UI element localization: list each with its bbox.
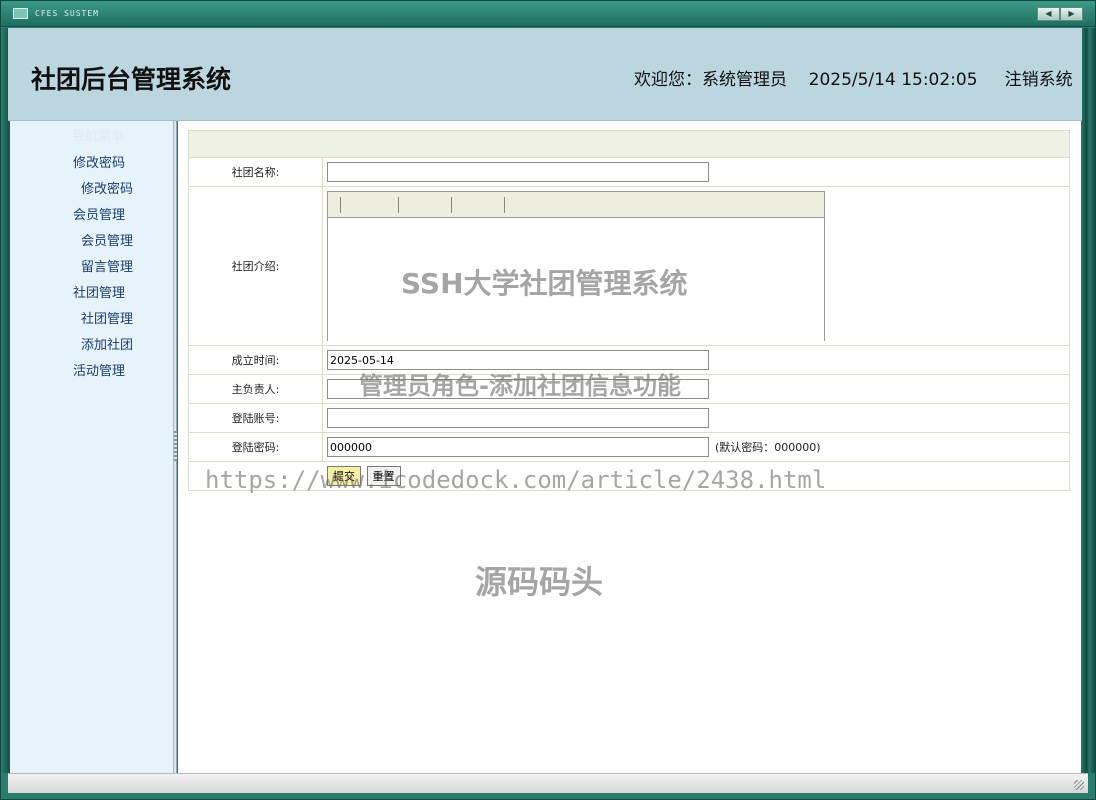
splitter-grip-icon[interactable]: [174, 431, 177, 461]
page-title: 社团后台管理系统: [31, 65, 232, 94]
monitor-icon: [13, 8, 28, 19]
sidebar-item-message-manage[interactable]: 留言管理: [81, 256, 133, 275]
club-intro-label: 社团介绍:: [188, 186, 323, 346]
status-bar: [8, 773, 1088, 793]
sidebar-item-member-manage[interactable]: 会员管理: [81, 230, 133, 249]
welcome-bar: 欢迎您：系统管理员 2025/5/14 15:02:05 注销系统: [634, 68, 1074, 92]
club-name-input[interactable]: [327, 162, 709, 182]
leader-input[interactable]: [327, 379, 709, 399]
sidebar-item-change-password[interactable]: 修改密码: [81, 178, 133, 197]
founded-date-input[interactable]: [327, 350, 709, 370]
leader-label: 主负责人:: [188, 374, 323, 404]
sidebar-splitter[interactable]: [174, 121, 177, 773]
sidebar-menu: 导航菜单 修改密码 修改密码 会员管理 会员管理 留言管理 社团管理 社团管理 …: [10, 121, 174, 773]
form-row-founded: 成立时间:: [188, 345, 1070, 375]
form-row-account: 登陆账号:: [188, 403, 1070, 433]
nav-prev-button[interactable]: ◀: [1037, 7, 1060, 21]
nav-next-button[interactable]: ▶: [1060, 7, 1083, 21]
page-header: 社团后台管理系统 欢迎您：系统管理员 2025/5/14 15:02:05 注销…: [8, 28, 1082, 121]
submit-button[interactable]: 提交: [327, 466, 361, 486]
sidebar-item-club-manage[interactable]: 社团管理: [81, 308, 133, 327]
form-row-club-intro: 社团介绍:: [188, 186, 1070, 346]
sidebar-item-club-group[interactable]: 社团管理: [73, 282, 125, 301]
menu-title: 导航菜单: [72, 129, 125, 144]
main-content: 社团名称: 社团介绍: 成立时间: 2025-05-14 主负责人: 登陆账号:…: [178, 121, 1081, 773]
system-name: CFES SUSTEM: [35, 9, 99, 18]
watermark-brand: 源码码头: [475, 563, 604, 601]
current-datetime: 2025/5/14 15:02:05: [808, 70, 978, 90]
club-intro-editor[interactable]: [327, 191, 825, 341]
form-row-actions: 提交 重置: [188, 461, 1070, 491]
toolbar-separator: [451, 197, 452, 213]
logout-link[interactable]: 注销系统: [1005, 70, 1073, 90]
reset-button[interactable]: 重置: [366, 466, 401, 486]
right-window-border: [1081, 28, 1095, 773]
toolbar-separator: [340, 197, 341, 213]
sidebar-item-change-password-group[interactable]: 修改密码: [73, 152, 125, 171]
left-window-border: [1, 28, 10, 773]
sidebar-item-member-group[interactable]: 会员管理: [73, 204, 125, 223]
welcome-label: 欢迎您：: [634, 70, 702, 90]
founded-label: 成立时间:: [188, 345, 323, 375]
window-title-bar: CFES SUSTEM ◀ ▶: [1, 1, 1095, 27]
form-row-leader: 主负责人:: [188, 374, 1070, 404]
sidebar-item-activity-group[interactable]: 活动管理: [73, 360, 125, 379]
toolbar-separator: [504, 197, 505, 213]
app-window: CFES SUSTEM ◀ ▶ 社团后台管理系统 欢迎您：系统管理员 2025/…: [0, 0, 1096, 800]
user-name: 系统管理员: [702, 70, 787, 90]
sidebar-item-add-club[interactable]: 添加社团: [81, 334, 133, 353]
club-name-label: 社团名称:: [188, 157, 323, 187]
password-label: 登陆密码:: [188, 432, 323, 462]
form-header-row: [188, 130, 1070, 158]
form-row-club-name: 社团名称:: [188, 157, 1070, 187]
password-input[interactable]: [327, 437, 709, 457]
account-label: 登陆账号:: [188, 403, 323, 433]
add-club-form: 社团名称: 社团介绍: 成立时间: 2025-05-14 主负责人: 登陆账号:…: [188, 130, 1070, 491]
editor-toolbar: [328, 192, 824, 218]
password-hint: (默认密码：000000): [715, 440, 821, 454]
account-input[interactable]: [327, 408, 709, 428]
resize-grip-icon[interactable]: [1074, 780, 1084, 790]
form-row-password: 登陆密码: (默认密码：000000): [188, 432, 1070, 462]
window-nav-buttons: ◀ ▶: [1037, 7, 1083, 21]
toolbar-separator: [398, 197, 399, 213]
